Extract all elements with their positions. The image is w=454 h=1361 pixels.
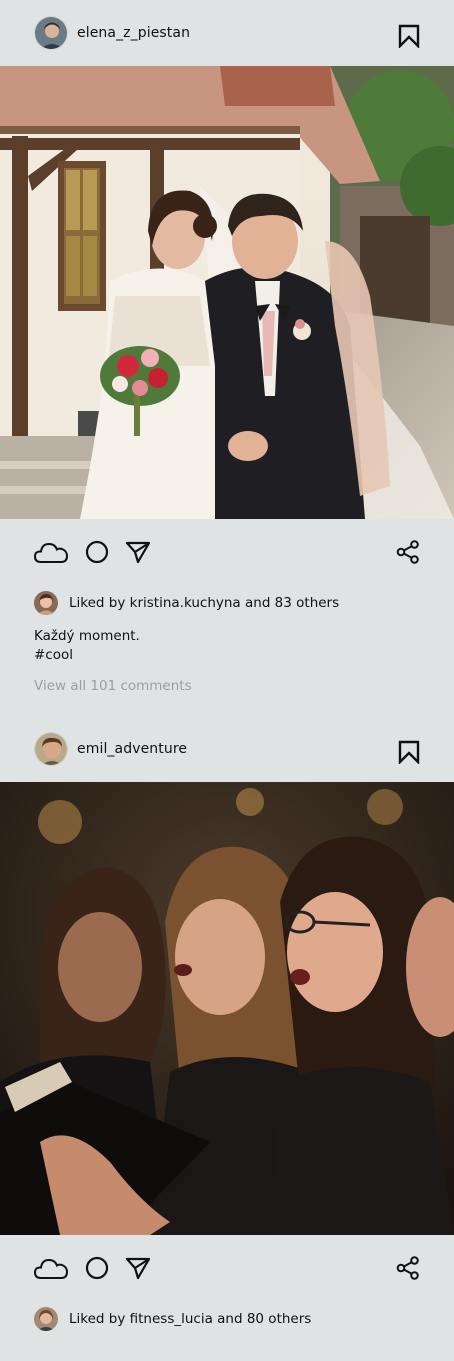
liker-avatar[interactable]	[34, 591, 58, 615]
post-actions	[0, 519, 454, 585]
hashtag-link[interactable]: #cool	[34, 646, 420, 665]
post-caption: Každý moment. #cool	[0, 627, 454, 665]
view-comments-link[interactable]: View all 101 comments	[0, 678, 454, 694]
user-avatar[interactable]	[34, 732, 68, 766]
liker-avatar[interactable]	[34, 1307, 58, 1331]
circle-icon[interactable]	[85, 540, 109, 564]
cloud-icon[interactable]	[33, 540, 69, 564]
cloud-icon[interactable]	[33, 1256, 69, 1280]
post-header: emil_adventure	[0, 716, 454, 782]
caption-line: Každý moment.	[34, 628, 140, 644]
post-header: elena_z_piestan	[0, 0, 454, 66]
bookmark-icon[interactable]	[398, 740, 420, 765]
user-avatar[interactable]	[34, 16, 68, 50]
post-photo[interactable]	[0, 66, 454, 519]
share-icon[interactable]	[396, 1256, 420, 1284]
likes-row: Liked by kristina.kuchyna and 83 others	[0, 585, 454, 621]
send-icon[interactable]	[125, 540, 151, 564]
post-photo[interactable]	[0, 782, 454, 1235]
circle-icon[interactable]	[85, 1256, 109, 1280]
send-icon[interactable]	[125, 1256, 151, 1280]
post-2: emil_adventure Liked by fitness_lucia an…	[0, 716, 454, 1337]
likes-row: Liked by fitness_lucia and 80 others	[0, 1301, 454, 1337]
likes-text[interactable]: Liked by fitness_lucia and 80 others	[69, 1311, 311, 1327]
share-icon[interactable]	[396, 540, 420, 568]
likes-text[interactable]: Liked by kristina.kuchyna and 83 others	[69, 595, 339, 611]
post-actions	[0, 1235, 454, 1301]
bookmark-icon[interactable]	[398, 24, 420, 49]
username[interactable]: emil_adventure	[77, 741, 187, 757]
post-1: elena_z_piestan Liked by kristina.kuchyn…	[0, 0, 454, 694]
username[interactable]: elena_z_piestan	[77, 25, 190, 41]
